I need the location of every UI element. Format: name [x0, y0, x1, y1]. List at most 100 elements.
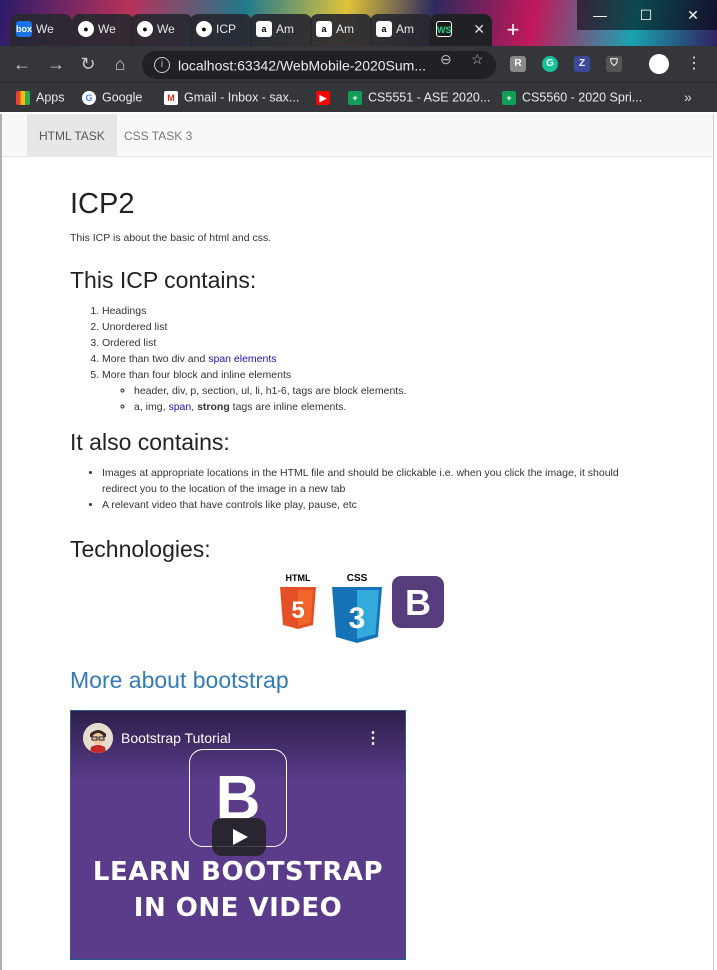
css3-number: 3 [349, 602, 366, 635]
list-item: Headings [102, 303, 406, 319]
shield-icon[interactable]: ⛉ [606, 56, 622, 72]
home-button[interactable]: ⌂ [108, 52, 132, 76]
css-logo-label: CSS [347, 573, 368, 584]
bookmark-cs5551[interactable]: + CS5551 - ASE 2020... [348, 90, 490, 105]
github-icon: ● [196, 21, 212, 37]
bookmark-label: CS5560 - 2020 Spri... [522, 90, 643, 105]
nested-list-item: header, div, p, section, ul, li, h1-6, t… [134, 383, 406, 399]
nav-tab-html-task[interactable]: HTML TASK [27, 114, 117, 156]
tab-label: We [157, 22, 175, 36]
tab-label: Am [276, 22, 294, 36]
extension-icon[interactable]: R [510, 56, 526, 72]
tab-label: Am [396, 22, 414, 36]
grammarly-icon[interactable]: G [542, 56, 558, 72]
apps-grid-icon [16, 90, 30, 105]
list-item-text: More than four block and inline elements [102, 369, 292, 381]
nested-text: tags are inline elements. [229, 401, 347, 413]
bookmark-apps[interactable]: Apps [16, 90, 65, 105]
nav-tab-css-task[interactable]: CSS TASK 3 [112, 114, 204, 156]
html5-number: 5 [291, 597, 304, 624]
css3-logo[interactable]: CSS 3 [332, 573, 382, 643]
zoom-icon[interactable]: ⊖ [440, 51, 452, 68]
more-about-bootstrap-link[interactable]: More about bootstrap [70, 667, 289, 694]
browser-tab-active[interactable]: WS ✕ [430, 14, 492, 46]
list-item: More than four block and inline elements… [102, 367, 406, 415]
intro-text: This ICP is about the basic of html and … [70, 232, 272, 244]
tab-strip: box We ● We ● We ● ICP a Am a Am a Am WS ✕ + — ☐… [0, 0, 717, 46]
avatar-face-icon [83, 723, 113, 753]
minimize-button[interactable]: — [577, 0, 623, 30]
amazon-icon: a [256, 21, 272, 37]
box-icon: box [16, 21, 32, 37]
logos-svg: HTML 5 CSS 3 B [280, 573, 444, 643]
tab-label: Am [336, 22, 354, 36]
tab-label: ICP [216, 22, 237, 36]
video-title[interactable]: Bootstrap Tutorial [121, 730, 231, 746]
html-logo-label: HTML [286, 573, 311, 583]
close-tab-icon[interactable]: ✕ [473, 21, 485, 38]
window-edge [713, 114, 717, 970]
web-page: HTML TASK CSS TASK 3 ICP2 This ICP is ab… [2, 114, 713, 970]
page-navbar: HTML TASK CSS TASK 3 [2, 114, 713, 157]
bootstrap-letter: B [405, 582, 431, 623]
bookmark-label: Gmail - Inbox - sax... [184, 90, 300, 105]
list-item: A relevant video that have controls like… [102, 497, 632, 513]
github-icon: ● [137, 21, 153, 37]
profile-avatar[interactable] [649, 54, 669, 74]
browser-tab[interactable]: a Am [250, 14, 312, 46]
nested-list: header, div, p, section, ul, li, h1-6, t… [102, 383, 406, 415]
amazon-icon: a [316, 21, 332, 37]
bookmark-google[interactable]: G Google [82, 90, 142, 105]
browser-tab[interactable]: box We [10, 14, 72, 46]
reload-button[interactable]: ↻ [76, 52, 100, 76]
zotero-icon[interactable]: Z [574, 56, 590, 72]
forward-button[interactable]: → [44, 52, 68, 76]
site-info-icon[interactable]: i [154, 57, 170, 74]
bookmark-label: CS5551 - ASE 2020... [368, 90, 491, 105]
amazon-icon: a [376, 21, 392, 37]
bookmark-star-icon[interactable]: ☆ [471, 51, 484, 68]
unordered-list: Images at appropriate locations in the H… [102, 465, 632, 513]
bookmark-cs5560[interactable]: + CS5560 - 2020 Spri... [502, 90, 642, 105]
span-word: span [168, 401, 192, 413]
browser-tab[interactable]: ● We [72, 14, 134, 46]
contains-heading: This ICP contains: [70, 267, 257, 293]
browser-tab[interactable]: ● ICP [190, 14, 252, 46]
browser-tab[interactable]: a Am [370, 14, 432, 46]
webstorm-icon: WS [436, 21, 452, 37]
span-elements-text: span elements [208, 353, 277, 365]
green-doc-icon: + [348, 90, 362, 105]
tab-label: We [98, 22, 116, 36]
page-title: ICP2 [70, 188, 135, 220]
technologies-heading: Technologies: [70, 536, 211, 562]
video-menu-icon[interactable]: ⋮ [365, 728, 381, 748]
play-button[interactable] [212, 818, 266, 856]
new-tab-button[interactable]: + [500, 18, 526, 42]
back-button[interactable]: ← [10, 52, 34, 76]
list-item: Images at appropriate locations in the H… [102, 465, 632, 497]
browser-tab[interactable]: a Am [310, 14, 372, 46]
video-player[interactable]: Bootstrap Tutorial ⋮ B LEARN BOOTSTRAP I… [70, 710, 406, 960]
url-text[interactable]: localhost:63342/WebMobile-2020Sum... [178, 57, 426, 73]
bookmark-label: Google [102, 90, 143, 105]
bookmark-gmail[interactable]: M Gmail - Inbox - sax... [164, 90, 299, 105]
html5-logo[interactable]: HTML 5 [280, 573, 316, 629]
channel-avatar[interactable] [83, 723, 113, 753]
also-contains-heading: It also contains: [70, 429, 230, 455]
bootstrap-logo[interactable]: B [392, 576, 444, 628]
strong-word: strong [197, 401, 230, 413]
github-icon: ● [78, 21, 94, 37]
technology-logos: HTML 5 CSS 3 B [278, 571, 448, 651]
list-item: Unordered list [102, 319, 406, 335]
video-text-line-2: IN ONE VIDEO [133, 893, 343, 923]
video-text-line-1: LEARN BOOTSTRAP [92, 857, 384, 887]
more-bookmarks-icon[interactable]: » [684, 89, 692, 105]
browser-tab[interactable]: ● We [131, 14, 193, 46]
maximize-button[interactable]: ☐ [623, 0, 669, 30]
browser-toolbar: ← → ↻ ⌂ i localhost:63342/WebMobile-2020S… [0, 46, 717, 82]
menu-icon[interactable]: ⋮ [686, 52, 702, 76]
bookmark-youtube[interactable]: ▶ [316, 90, 336, 105]
close-window-button[interactable]: ✕ [669, 0, 717, 30]
green-doc-icon: + [502, 90, 516, 105]
nested-list-item: a, img, span, strong tags are inline ele… [134, 399, 406, 415]
